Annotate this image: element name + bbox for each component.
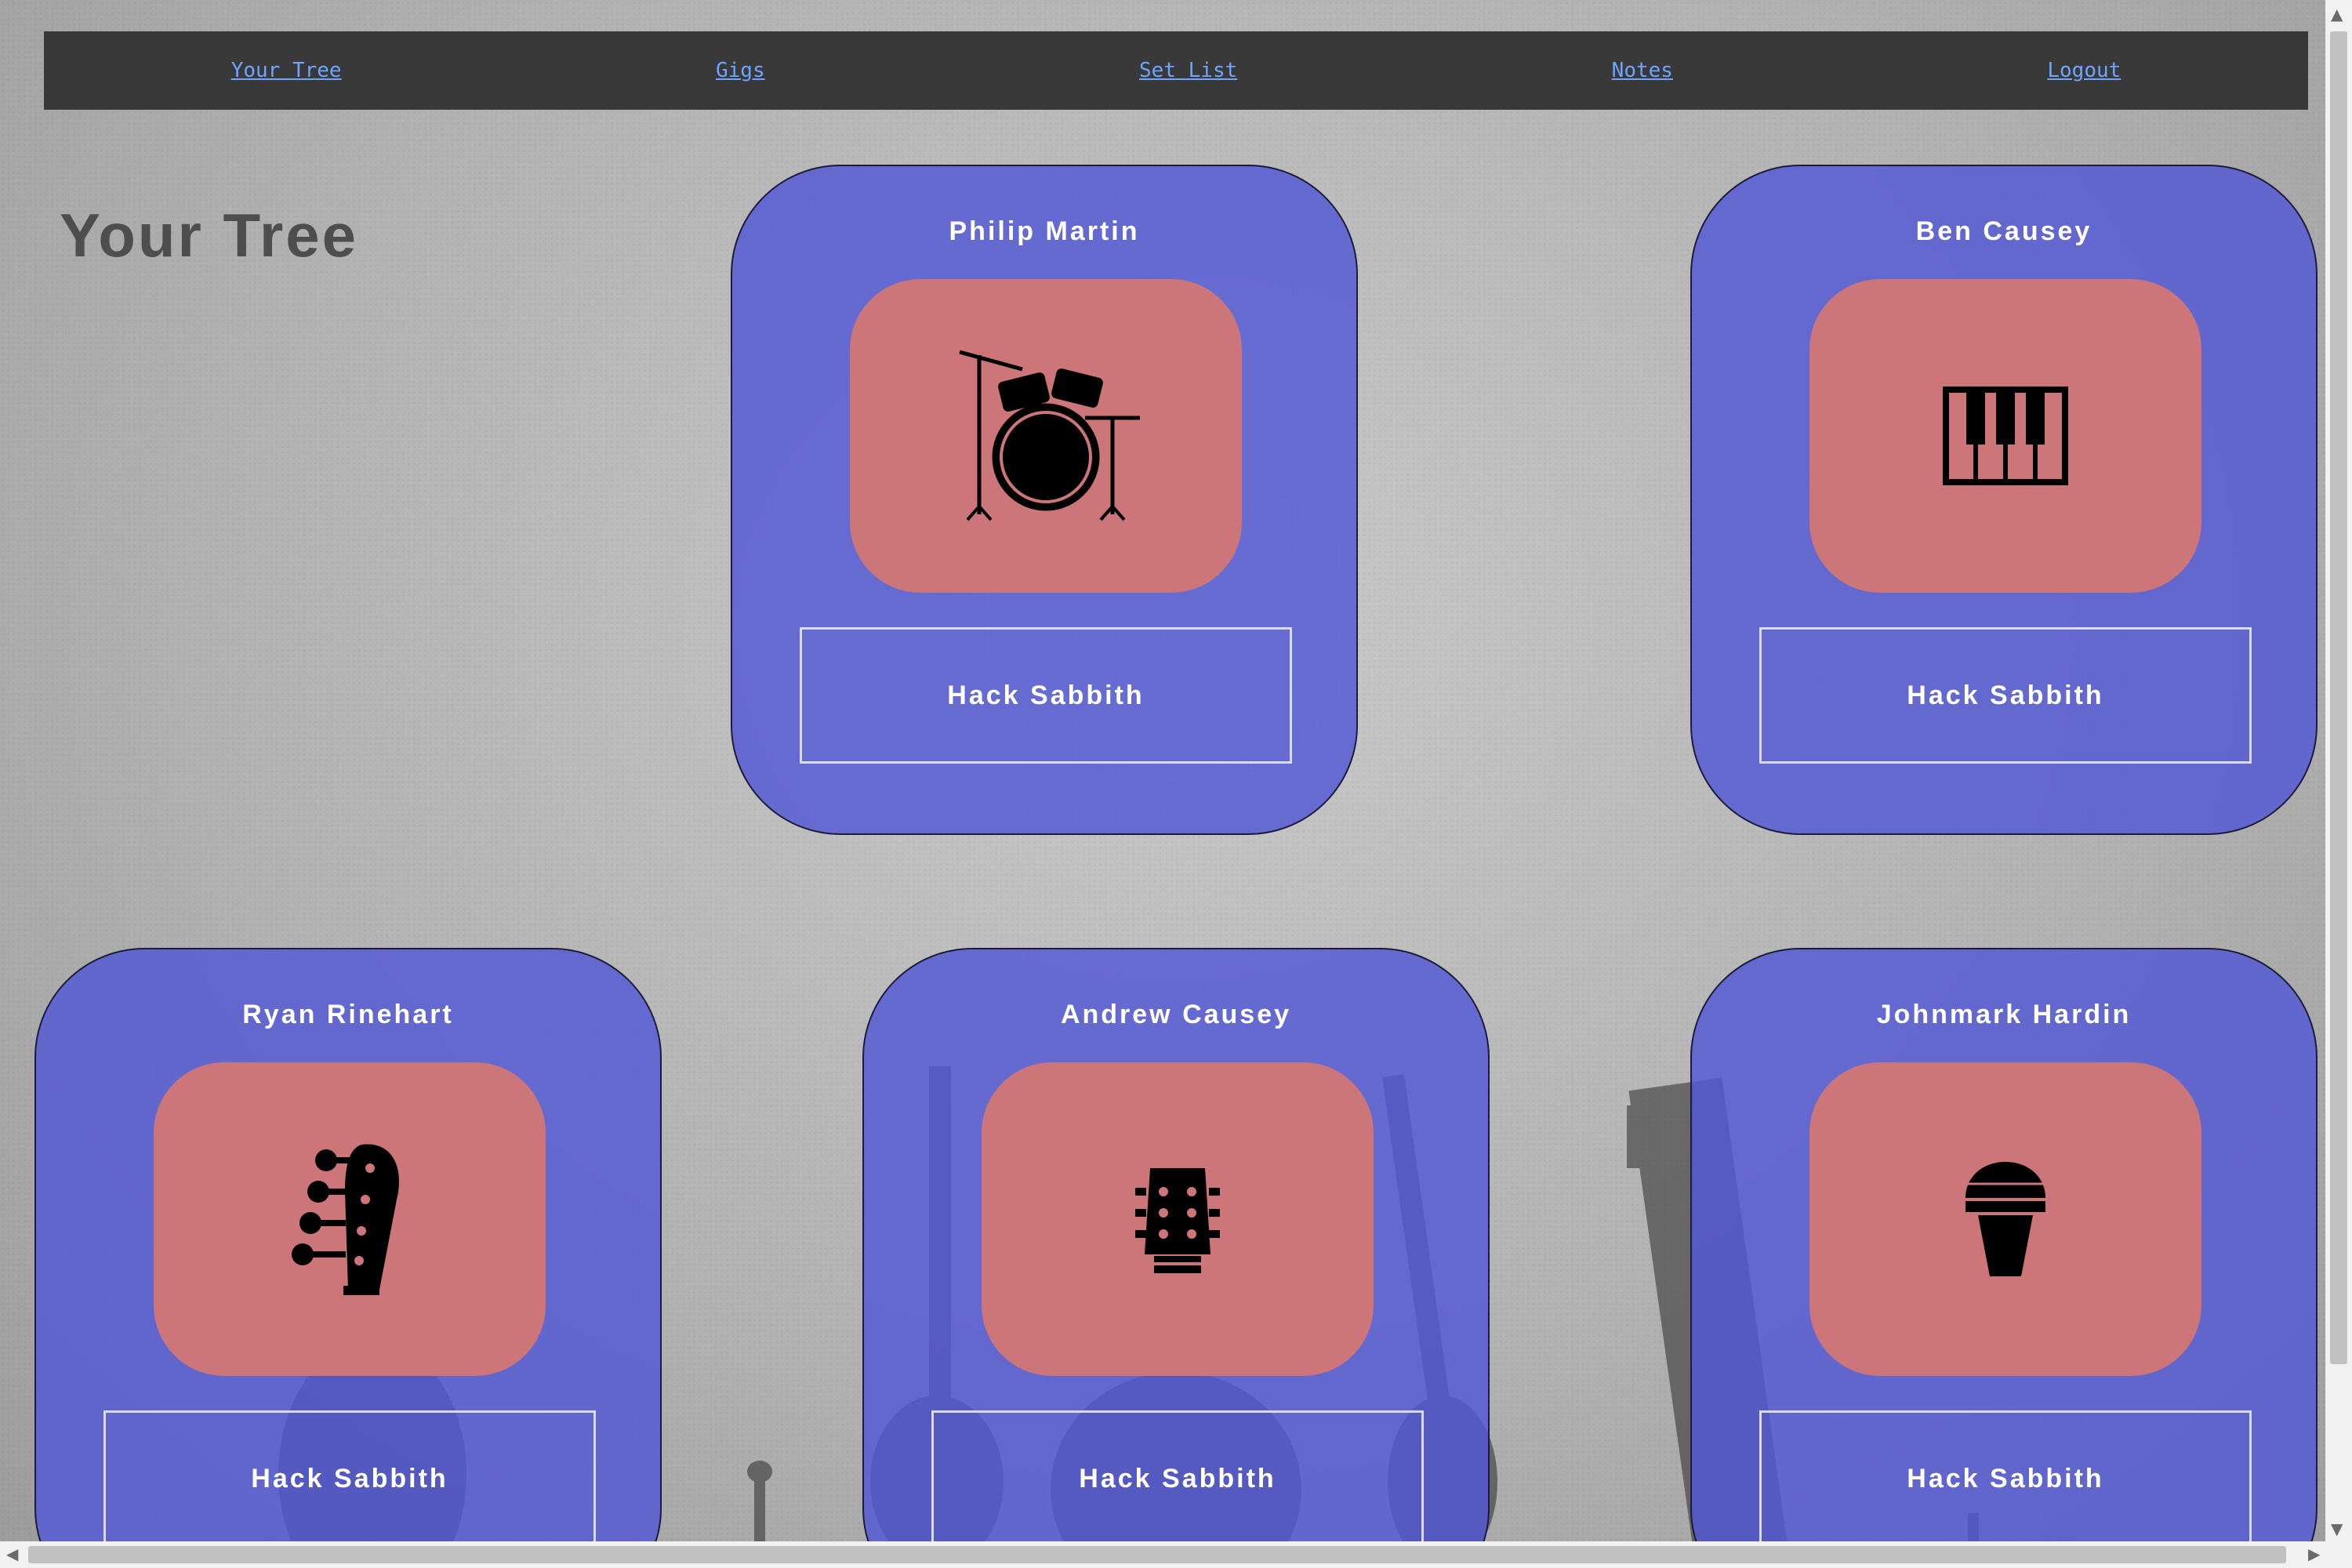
vertical-scrollbar-thumb[interactable] [2330, 31, 2347, 1364]
member-card-philip-martin: Philip Martin Hack Sabbith [731, 165, 1358, 835]
scroll-up-arrow-icon[interactable]: ▲ [2331, 5, 2343, 24]
band-button[interactable]: Hack Sabbith [800, 627, 1292, 764]
member-name: Johnmark Hardin [1876, 1000, 2132, 1029]
page-title: Your Tree [60, 201, 359, 270]
member-card-ryan-rinehart: Ryan Rinehart Hack Sabbith [34, 948, 662, 1568]
instrument-tile [850, 279, 1242, 593]
member-name: Philip Martin [949, 216, 1140, 246]
scroll-left-arrow-icon[interactable]: ◀ [6, 1544, 18, 1563]
nav-link-notes[interactable]: Notes [1612, 59, 1673, 82]
scroll-down-arrow-icon[interactable]: ▼ [2331, 1519, 2343, 1538]
horizontal-scrollbar[interactable]: ◀ ▶ [0, 1541, 2352, 1568]
member-card-ben-causey: Ben Causey Hack Sabbith [1690, 165, 2318, 835]
member-name: Ben Causey [1915, 216, 2092, 246]
instrument-tile [154, 1062, 546, 1376]
band-button[interactable]: Hack Sabbith [1759, 1410, 2252, 1547]
instrument-tile [1809, 279, 2201, 593]
band-button[interactable]: Hack Sabbith [103, 1410, 596, 1547]
member-card-andrew-causey: Andrew Causey Hack Sabbith [862, 948, 1490, 1568]
vertical-scrollbar[interactable]: ▲ ▼ [2325, 0, 2352, 1543]
piano-keys-icon [1943, 387, 2068, 485]
member-name: Ryan Rinehart [242, 1000, 454, 1029]
nav-link-logout[interactable]: Logout [2047, 59, 2121, 82]
microphone-icon [1965, 1162, 2045, 1276]
top-navbar: Your Tree Gigs Set List Notes Logout [44, 31, 2308, 110]
nav-link-your-tree[interactable]: Your Tree [231, 59, 342, 82]
guitar-headstock-icon [1135, 1168, 1220, 1273]
drum-kit-icon [959, 350, 1140, 521]
nav-link-set-list[interactable]: Set List [1139, 59, 1237, 82]
instrument-tile [1809, 1062, 2201, 1376]
nav-link-gigs[interactable]: Gigs [716, 59, 765, 82]
horizontal-scrollbar-thumb[interactable] [28, 1546, 2286, 1563]
bass-headstock-icon [292, 1144, 399, 1295]
band-button[interactable]: Hack Sabbith [931, 1410, 1424, 1547]
scroll-right-arrow-icon[interactable]: ▶ [2308, 1544, 2320, 1563]
instrument-tile [982, 1062, 1374, 1376]
member-name: Andrew Causey [1060, 1000, 1292, 1029]
band-button[interactable]: Hack Sabbith [1759, 627, 2252, 764]
member-card-johnmark-hardin: Johnmark Hardin Hack Sabbith [1690, 948, 2318, 1568]
